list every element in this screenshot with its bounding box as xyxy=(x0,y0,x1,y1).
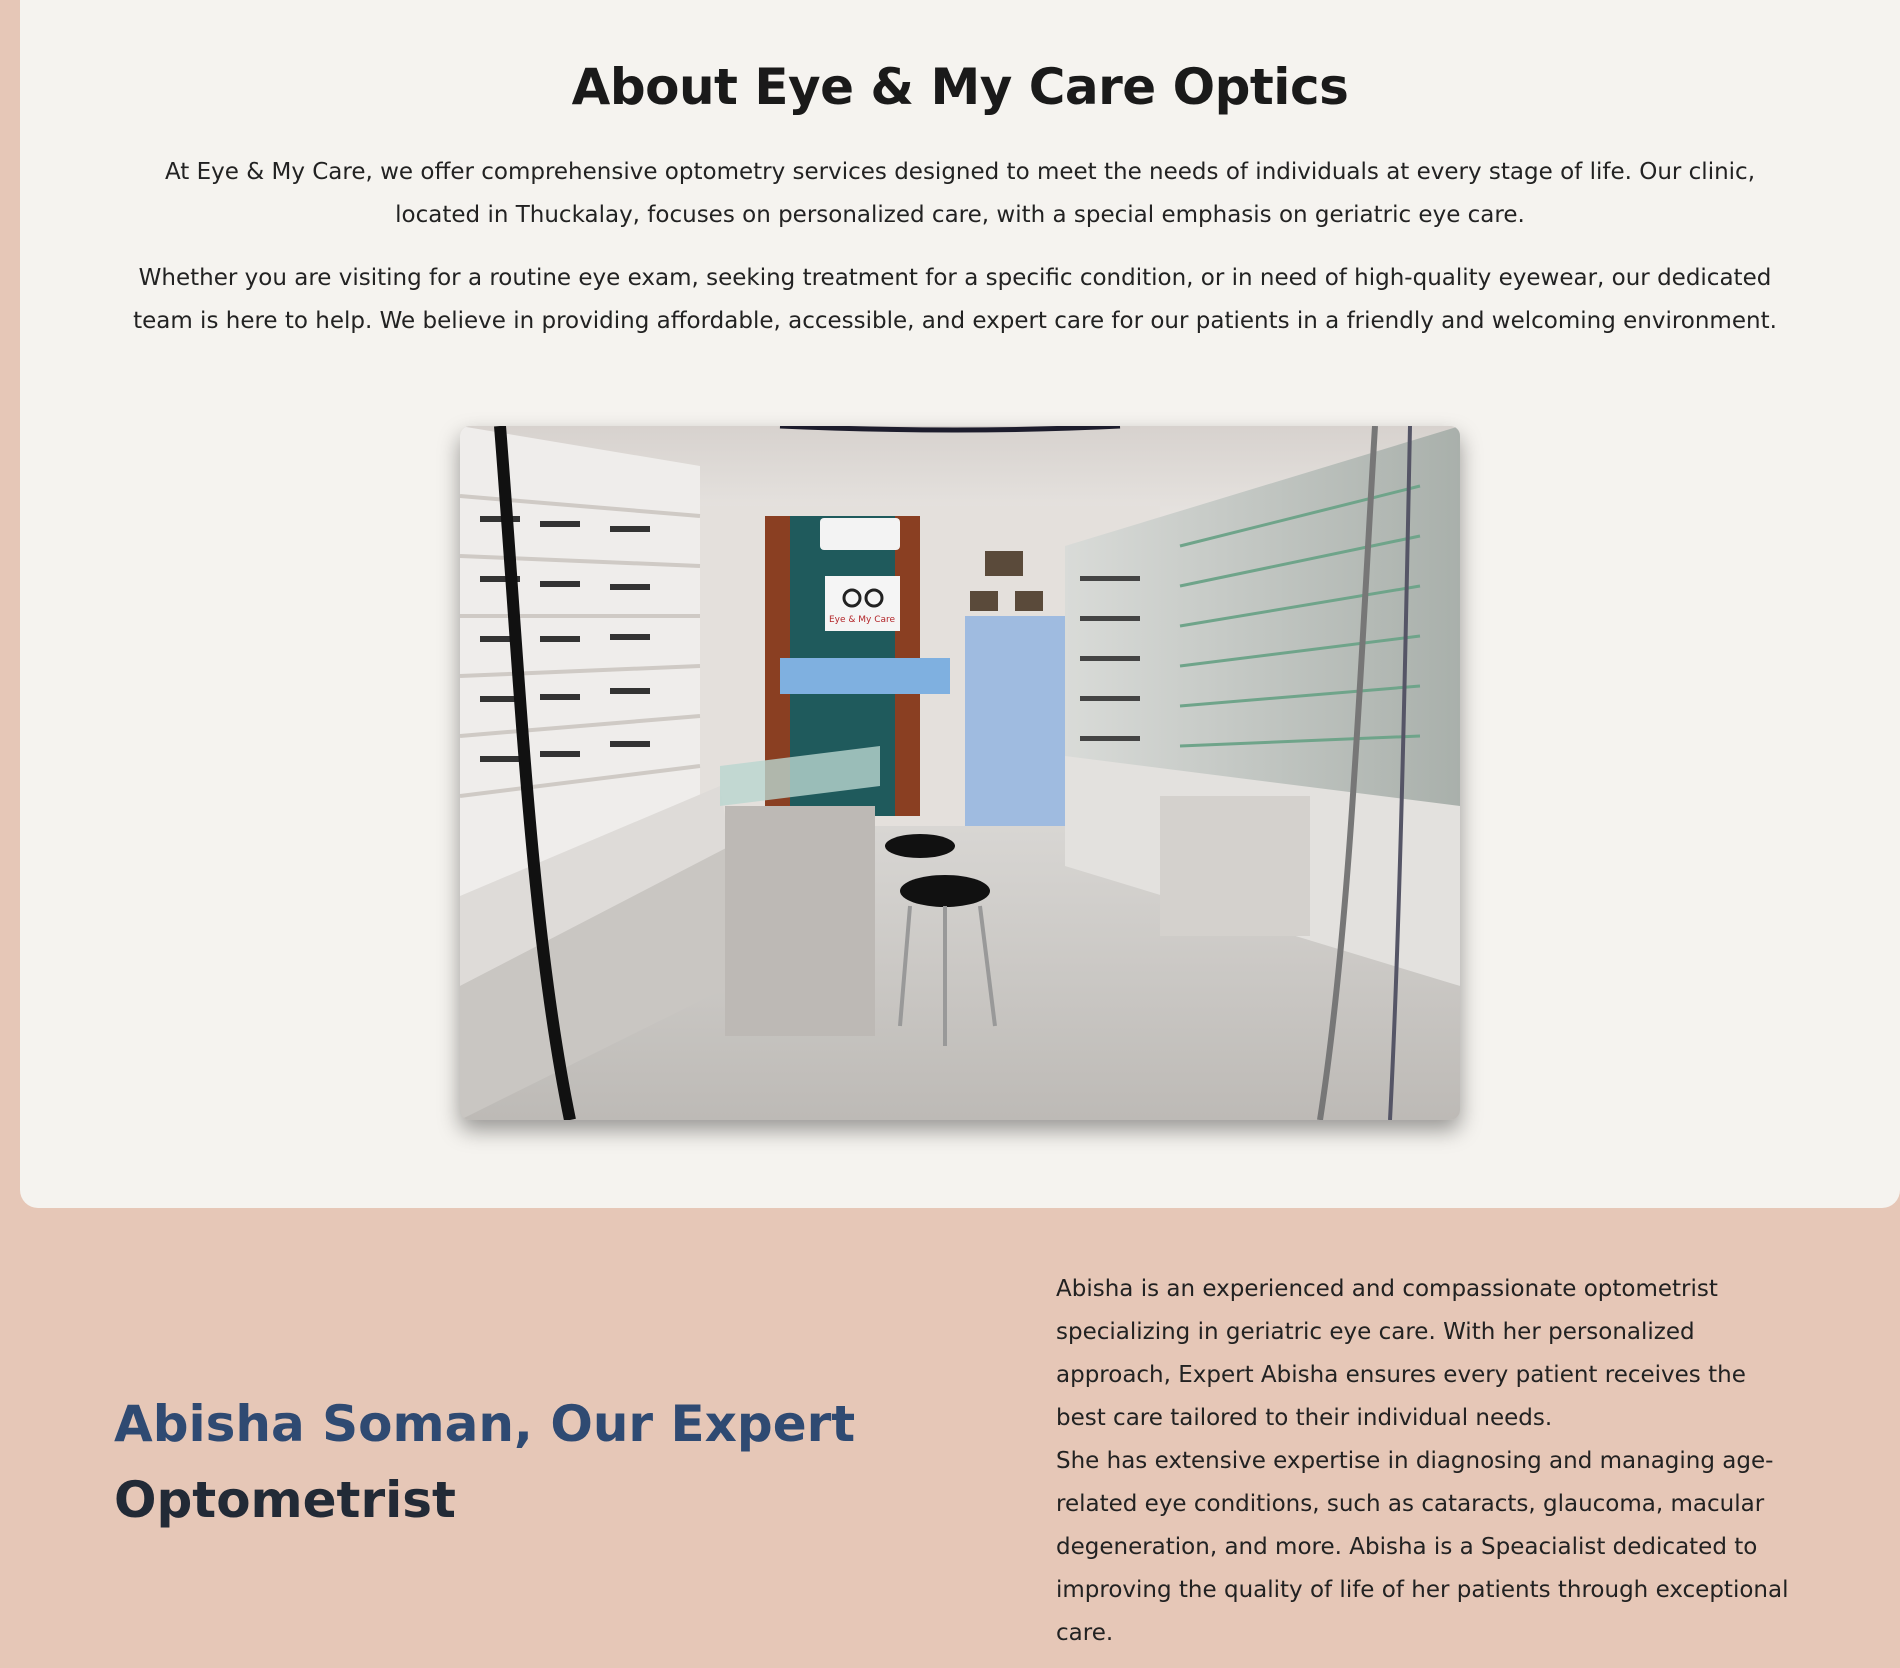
store-interior-illustration: Eye & My Care xyxy=(460,426,1460,1120)
expert-bio: Abisha is an experienced and compassiona… xyxy=(1056,1268,1796,1655)
about-section: About Eye & My Care Optics At Eye & My C… xyxy=(20,0,1900,1208)
expert-heading-name: Abisha Soman, Our Expert xyxy=(114,1395,856,1453)
expert-bio-paragraph-1: Abisha is an experienced and compassiona… xyxy=(1056,1276,1746,1431)
optical-store-photo: Eye & My Care xyxy=(460,426,1460,1120)
expert-heading: Abisha Soman, Our Expert Optometrist xyxy=(114,1386,934,1538)
about-title: About Eye & My Care Optics xyxy=(571,58,1349,116)
store-sign-text: Eye & My Care xyxy=(829,615,896,625)
about-paragraph-1: At Eye & My Care, we offer comprehensive… xyxy=(164,159,1756,228)
expert-bio-paragraph-2: She has extensive expertise in diagnosin… xyxy=(1056,1448,1789,1646)
about-paragraph-2: Whether you are visiting for a routine e… xyxy=(133,265,1777,334)
expert-heading-title: Optometrist xyxy=(114,1471,456,1529)
